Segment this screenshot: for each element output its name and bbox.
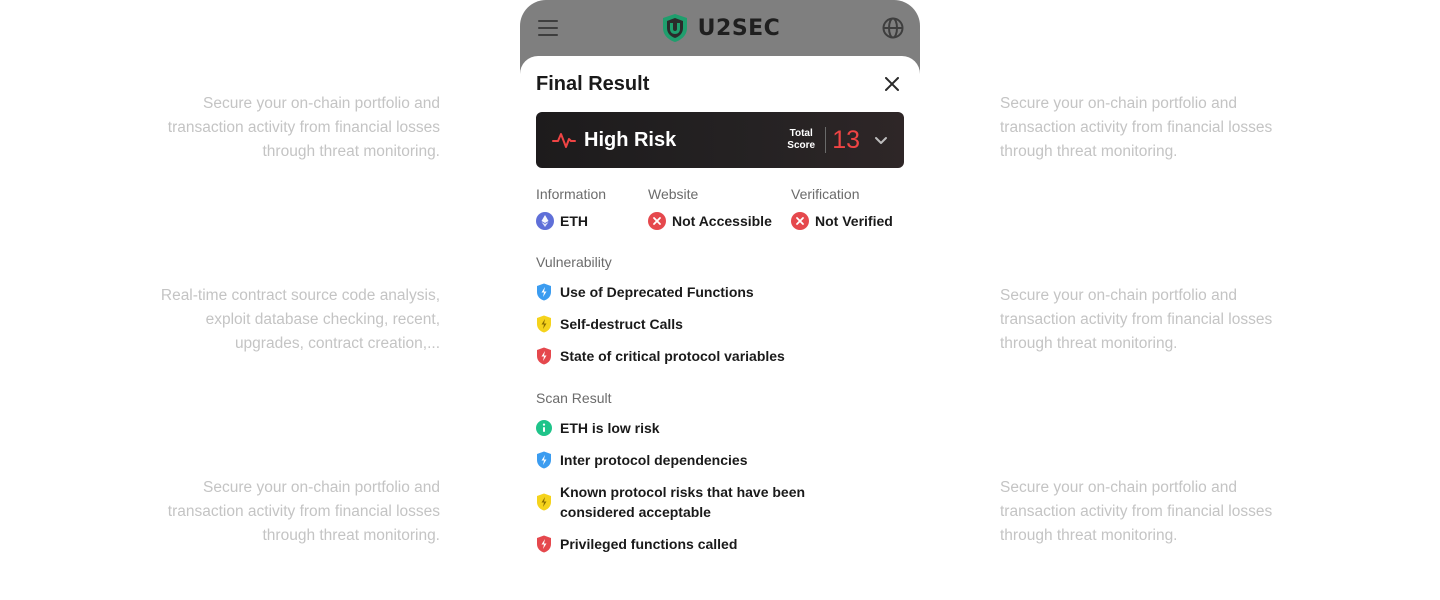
hamburger-icon[interactable] [538,20,558,36]
sheet-title: Final Result [536,72,650,95]
feature-text-right-bottom: Secure your on-chain portfolio and trans… [1000,479,1273,544]
shield-logo-icon [662,14,687,42]
shield-bolt-blue-icon [537,283,551,301]
vulnerability-item: State of critical protocol variables [536,346,904,366]
final-result-sheet: Final Result High Risk Total Score 13 In… [520,56,920,600]
feature-text-right-top: Secure your on-chain portfolio and trans… [1000,95,1273,160]
scan-result-label: Scan Result [536,390,612,406]
vulnerability-item: Use of Deprecated Functions [536,282,904,302]
information-column: Information ETH [536,186,648,230]
total-score-value: 13 [832,125,860,154]
shield-bolt-red-icon [537,535,551,553]
feature-text-left-bottom: Secure your on-chain portfolio and trans… [167,479,440,544]
scan-result-item: Known protocol risks that have been cons… [536,482,904,522]
shield-bolt-red-icon [537,347,551,365]
scan-result-item: ETH is low risk [536,418,904,438]
info-green-icon [536,420,552,436]
globe-icon[interactable] [882,17,904,39]
error-x-icon [648,212,666,230]
total-score-label: Total Score [787,128,816,151]
vulnerability-label: Vulnerability [536,254,612,270]
website-label: Website [648,186,699,202]
info-grid: Information ETH Website Not Accessible V… [536,186,904,230]
feature-text-left-middle: Real-time contract source code analysis,… [160,287,440,352]
feature-text-left-top: Secure your on-chain portfolio and trans… [167,95,440,160]
scan-result-item: Privileged functions called [536,534,904,554]
brand-name: U2SEC [697,15,781,41]
close-button[interactable] [880,72,904,96]
eth-icon [536,212,554,230]
website-value: Not Accessible [672,213,772,229]
verification-column: Verification Not Verified [791,186,893,230]
close-icon [885,77,899,91]
shield-bolt-blue-icon [537,451,551,469]
shield-bolt-yellow-icon [537,493,551,511]
feature-text-right-middle: Secure your on-chain portfolio and trans… [1000,287,1273,352]
scan-result-item: Inter protocol dependencies [536,450,904,470]
information-value: ETH [560,213,588,229]
brand-logo[interactable]: U2SEC [660,13,781,43]
score-divider [825,127,827,153]
error-x-icon [791,212,809,230]
chevron-down-icon[interactable] [874,133,888,147]
pulse-icon [552,133,576,148]
information-label: Information [536,186,607,202]
phone-mockup: U2SEC Final Result High Risk Total Score [520,0,920,600]
risk-summary-card[interactable]: High Risk Total Score 13 [536,112,904,168]
verification-value: Not Verified [815,213,893,229]
risk-level-label: High Risk [584,128,677,151]
shield-bolt-yellow-icon [537,315,551,333]
website-column: Website Not Accessible [648,186,791,230]
app-header: U2SEC [520,0,920,56]
vulnerability-item: Self-destruct Calls [536,314,904,334]
verification-label: Verification [791,186,860,202]
